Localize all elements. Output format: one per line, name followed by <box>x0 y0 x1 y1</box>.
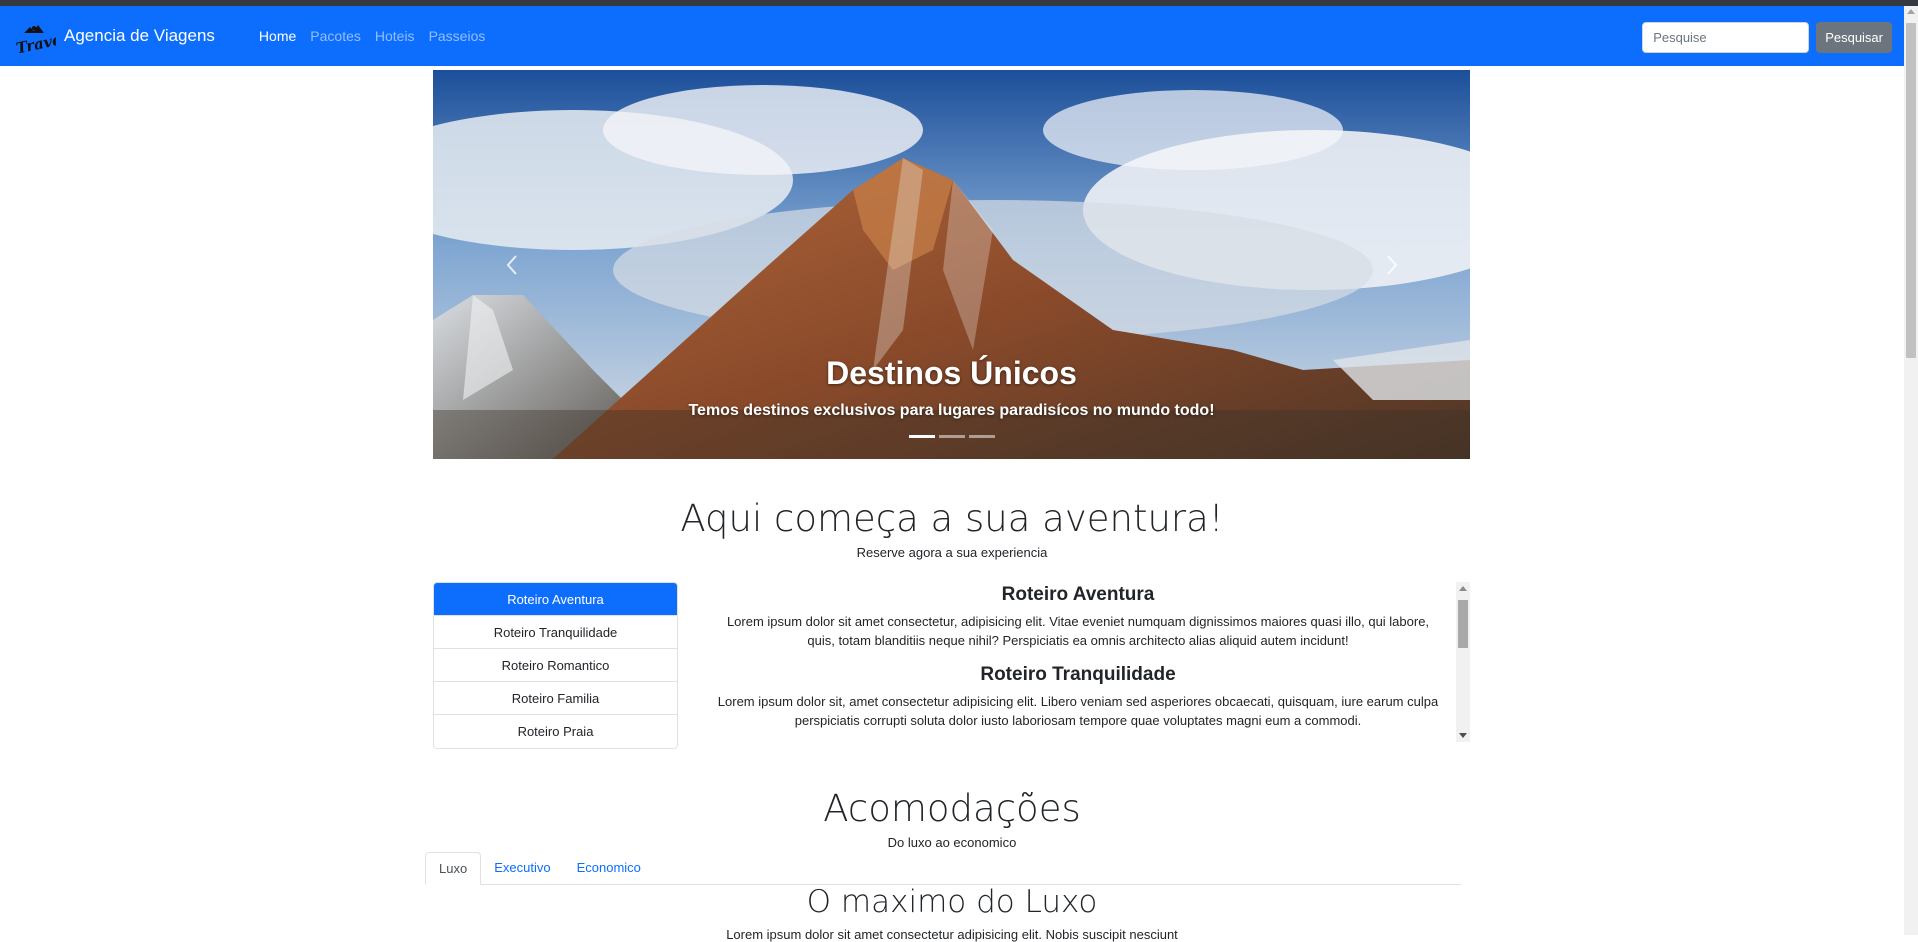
accommodation-subtitle: Do luxo ao economico <box>887 835 1017 850</box>
list-item-familia[interactable]: Roteiro Familia <box>434 682 677 715</box>
nav-link-pacotes[interactable]: Pacotes <box>310 28 361 44</box>
list-item-tranquilidade[interactable]: Roteiro Tranquilidade <box>434 616 677 649</box>
accommodation-title: Acomodações <box>823 787 1081 830</box>
carousel-indicators <box>433 435 1470 438</box>
chevron-right-icon <box>1387 255 1398 275</box>
brand-name: Agencia de Viagens <box>64 26 215 45</box>
section-heading-aventura: Roteiro Aventura <box>1001 584 1155 605</box>
scrollspy-thumb[interactable] <box>1458 600 1468 648</box>
tab-luxo[interactable]: Luxo <box>425 852 482 885</box>
carousel-next-button[interactable] <box>1377 250 1407 280</box>
nav-links: Home Pacotes Hoteis Passeios <box>259 28 499 44</box>
scrollspy-scrollbar[interactable] <box>1456 582 1470 742</box>
search-input[interactable] <box>1642 22 1810 53</box>
luxo-title: O maximo do Luxo <box>806 884 1098 920</box>
section-text-tranquilidade: Lorem ipsum dolor sit, amet consectetur … <box>717 694 1439 728</box>
list-item-aventura[interactable]: Roteiro Aventura <box>434 583 677 616</box>
chevron-left-icon <box>506 255 517 275</box>
mountain-image <box>433 70 1470 459</box>
list-item-praia[interactable]: Roteiro Praia <box>434 715 677 748</box>
scroll-up-icon[interactable] <box>1907 9 1915 14</box>
section-heading-tranquilidade: Roteiro Tranquilidade <box>980 664 1176 685</box>
travel-logo-icon: Travel <box>14 19 69 58</box>
carousel-caption-title: Destinos Únicos <box>826 355 1077 391</box>
roteiro-scrollspy[interactable]: Roteiro Aventura Lorem ipsum dolor sit a… <box>703 582 1470 742</box>
tab-executivo[interactable]: Executivo <box>481 852 563 885</box>
brand[interactable]: Travel Agencia de Viagens <box>14 19 215 58</box>
adventure-title: Aqui começa a sua aventura! <box>680 497 1224 540</box>
carousel-caption-text: Temos destinos exclusivos para lugares p… <box>688 402 1215 419</box>
scroll-thumb[interactable] <box>1906 23 1916 358</box>
accommodation-tabs: Luxo Executivo Economico <box>425 852 1461 885</box>
section-text-aventura: Lorem ipsum dolor sit amet consectetur, … <box>726 614 1430 648</box>
tab-economico[interactable]: Economico <box>564 852 654 885</box>
carousel-prev-button[interactable] <box>497 250 527 280</box>
search-button[interactable]: Pesquisar <box>1816 22 1892 53</box>
carousel-indicator-1[interactable] <box>908 435 935 438</box>
nav-link-passeios[interactable]: Passeios <box>429 28 486 44</box>
adventure-subtitle: Reserve agora a sua experiencia <box>856 545 1048 560</box>
list-item-romantico[interactable]: Roteiro Romantico <box>434 649 677 682</box>
scroll-down-icon[interactable] <box>1459 733 1467 738</box>
page-scrollbar[interactable] <box>1904 6 1918 935</box>
nav-link-hoteis[interactable]: Hoteis <box>375 28 415 44</box>
carousel-indicator-2[interactable] <box>938 435 965 438</box>
hero-carousel: Destinos Únicos Temos destinos exclusivo… <box>433 70 1470 459</box>
roteiro-list: Roteiro Aventura Roteiro Tranquilidade R… <box>433 582 678 749</box>
navbar: Travel Agencia de Viagens Home Pacotes H… <box>0 6 1904 66</box>
nav-link-home[interactable]: Home <box>259 28 296 44</box>
search-form: Pesquisar <box>1642 22 1892 53</box>
carousel-indicator-3[interactable] <box>968 435 995 438</box>
scroll-up-icon[interactable] <box>1459 586 1467 591</box>
